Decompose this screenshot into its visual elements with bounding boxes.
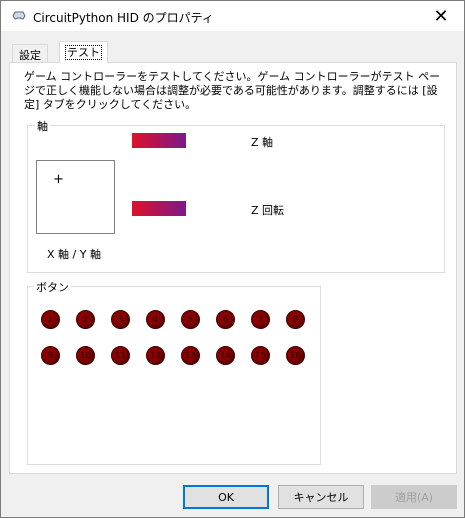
joystick-button-indicator: 1 <box>41 310 60 329</box>
crosshair-icon: + <box>53 172 64 187</box>
joystick-button-indicator: 8 <box>286 310 305 329</box>
z-axis-bar <box>132 133 186 148</box>
joystick-button-indicator: 6 <box>216 310 235 329</box>
joystick-button-indicator: 2 <box>76 310 95 329</box>
joystick-button-indicator: 5 <box>181 310 200 329</box>
ok-button[interactable]: OK <box>183 485 269 509</box>
close-button[interactable]: ✕ <box>418 1 464 31</box>
properties-window: CircuitPython HID のプロパティ ✕ 設定 テスト ゲーム コン… <box>0 0 465 518</box>
cancel-button[interactable]: キャンセル <box>278 485 364 509</box>
tab-test[interactable]: テスト <box>59 41 108 63</box>
joystick-button-indicator: 15 <box>251 346 270 365</box>
joystick-button-indicator: 3 <box>111 310 130 329</box>
joystick-button-indicator: 12 <box>146 346 165 365</box>
title-bar: CircuitPython HID のプロパティ ✕ <box>1 1 464 31</box>
axes-group-label: 軸 <box>35 118 50 134</box>
xy-axis-box: + <box>36 160 115 234</box>
joystick-button-indicator: 14 <box>216 346 235 365</box>
z-rotation-label: Z 回転 <box>251 204 285 217</box>
z-rotation-bar <box>132 201 186 216</box>
buttons-group <box>27 286 321 465</box>
tab-settings[interactable]: 設定 <box>12 44 48 62</box>
joystick-button-indicator: 16 <box>286 346 305 365</box>
joystick-button-indicator: 9 <box>41 346 60 365</box>
joystick-button-indicator: 7 <box>251 310 270 329</box>
test-description: ゲーム コントローラーをテストしてください。ゲーム コントローラーがテスト ペー… <box>24 70 441 111</box>
game-controller-icon <box>11 10 27 22</box>
window-title: CircuitPython HID のプロパティ <box>33 11 214 25</box>
xy-axis-label: X 軸 / Y 軸 <box>47 248 101 261</box>
joystick-button-indicator: 4 <box>146 310 165 329</box>
z-axis-label: Z 軸 <box>251 136 274 149</box>
joystick-button-indicator: 11 <box>111 346 130 365</box>
tab-test-label: テスト <box>65 45 102 60</box>
joystick-button-indicator: 10 <box>76 346 95 365</box>
joystick-button-indicator: 13 <box>181 346 200 365</box>
buttons-group-label: ボタン <box>34 279 71 295</box>
apply-button[interactable]: 適用(A) <box>371 485 457 509</box>
